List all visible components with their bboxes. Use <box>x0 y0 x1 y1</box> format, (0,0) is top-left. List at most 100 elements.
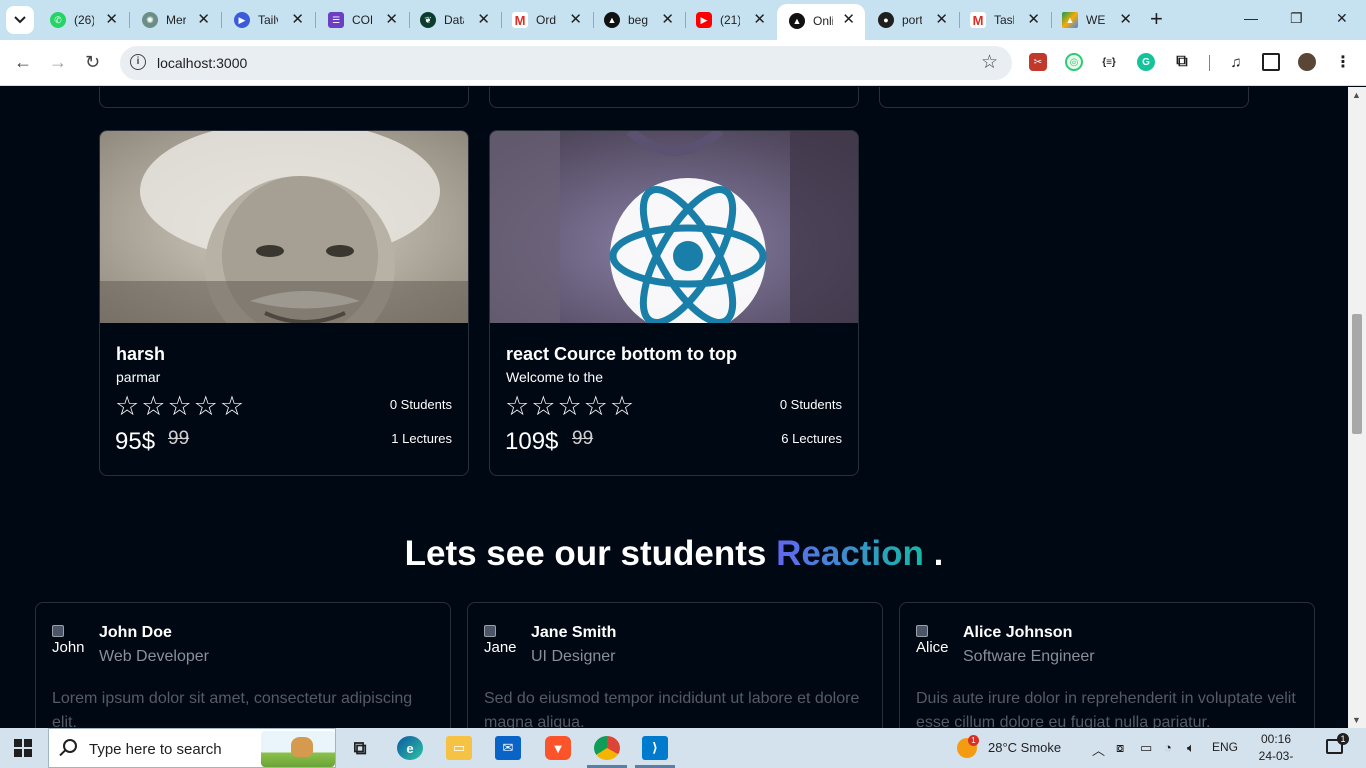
tab-title: Onli <box>813 14 833 28</box>
search-highlight-image[interactable] <box>261 731 335 767</box>
close-icon[interactable]: ✕ <box>1119 12 1132 28</box>
avatar[interactable] <box>1298 53 1316 71</box>
close-icon[interactable]: ✕ <box>661 12 674 28</box>
star-outline-icon: ☆ <box>219 391 245 421</box>
browser-tab[interactable]: M Ord ✕ <box>500 6 592 34</box>
address-url[interactable]: localhost:3000 <box>157 55 247 71</box>
course-thumbnail[interactable] <box>490 131 858 323</box>
browser-tab[interactable]: ▲ WEB ✕ <box>1050 6 1142 34</box>
task-view-icon[interactable]: ⧉ <box>347 736 373 760</box>
avatar-alt: Jane <box>484 639 517 656</box>
tab-title: WEB <box>1086 13 1106 27</box>
browser-tab[interactable]: ✺ Mer ✕ <box>130 6 220 34</box>
close-icon[interactable]: ✕ <box>842 12 855 28</box>
language-indicator[interactable]: ENG <box>1212 740 1238 754</box>
course-thumbnail[interactable] <box>100 131 468 323</box>
students-count: 0 Students <box>779 397 842 412</box>
close-icon[interactable]: ✕ <box>753 12 766 28</box>
close-icon[interactable]: ✕ <box>569 12 582 28</box>
course-title[interactable]: harsh <box>116 344 165 365</box>
course-title[interactable]: react Cource bottom to top <box>506 344 737 365</box>
system-clock[interactable]: 00:16 24-03-2024 <box>1246 731 1306 768</box>
side-panel-icon[interactable] <box>1262 53 1280 71</box>
weather-badge: 1 <box>968 735 979 746</box>
vscode-icon[interactable]: ⟩ <box>642 736 668 760</box>
file-explorer-icon[interactable]: ▭ <box>446 736 472 760</box>
weather-text[interactable]: 28°C Smoke <box>988 740 1061 755</box>
page-scrollbar[interactable]: ▲ ▼ <box>1348 87 1366 728</box>
forward-arrow-icon[interactable]: → <box>49 52 67 72</box>
scroll-down-icon[interactable]: ▼ <box>1352 715 1361 725</box>
reviewer-role: UI Designer <box>531 648 616 665</box>
github-icon: ● <box>878 12 894 28</box>
browser-tab[interactable]: ❦ Data ✕ <box>408 6 500 34</box>
volume-icon[interactable]: 🔈︎ <box>1187 740 1195 756</box>
extension-icon[interactable]: ✂ <box>1029 53 1047 71</box>
chevron-up-icon[interactable]: ︿ <box>1092 740 1105 759</box>
chevron-down-icon <box>14 16 26 24</box>
close-icon[interactable]: ✕ <box>105 12 118 28</box>
media-control-icon[interactable]: ♫ <box>1227 53 1245 71</box>
reload-icon[interactable]: ↻ <box>85 52 100 72</box>
course-card[interactable]: harsh parmar ☆ ☆ ☆ ☆ ☆ 0 Students 95$ 99… <box>99 130 469 476</box>
course-card[interactable] <box>879 87 1249 108</box>
minimize-icon[interactable]: — <box>1244 10 1258 26</box>
leaf-icon: ❦ <box>420 12 436 28</box>
puzzle-icon[interactable]: ⧉ <box>1173 53 1191 71</box>
search-placeholder[interactable]: Type here to search <box>89 741 222 758</box>
browser-tab[interactable]: ✆ (26) ✕ <box>38 6 128 34</box>
drive-icon: ▲ <box>1062 12 1078 28</box>
reviewer-name: John Doe <box>99 624 172 641</box>
edge-icon[interactable]: e <box>397 736 423 760</box>
browser-tab[interactable]: M Task ✕ <box>958 6 1050 34</box>
review-text: Lorem ipsum dolor sit amet, consectetur … <box>52 690 413 728</box>
back-arrow-icon[interactable]: ← <box>14 52 32 72</box>
heading-suffix: . <box>933 534 944 573</box>
meet-icon[interactable]: ⧇ <box>1116 740 1124 756</box>
json-extension-icon[interactable]: {≡} <box>1100 53 1118 71</box>
site-info-icon[interactable]: i <box>130 54 146 70</box>
windows-start-icon[interactable] <box>14 739 32 757</box>
close-icon[interactable]: ✕ <box>291 12 304 28</box>
browser-tab[interactable]: ☰ COD ✕ <box>316 6 408 34</box>
scrollbar-thumb[interactable] <box>1352 314 1362 434</box>
course-card[interactable] <box>489 87 859 108</box>
address-bar[interactable]: i localhost:3000 ☆ <box>120 46 1012 80</box>
wifi-icon[interactable]: ◔ <box>1164 740 1172 755</box>
star-outline-icon: ☆ <box>167 391 192 421</box>
avatar-alt: John <box>52 639 85 656</box>
browser-tab[interactable]: ▲ beg ✕ <box>592 6 684 34</box>
course-card[interactable]: react Cource bottom to top Welcome to th… <box>489 130 859 476</box>
mail-icon[interactable]: ✉ <box>495 736 521 760</box>
close-icon[interactable]: ✕ <box>1027 12 1040 28</box>
close-icon[interactable]: ✕ <box>197 12 210 28</box>
star-outline-icon: ☆ <box>141 391 166 421</box>
kebab-menu-icon[interactable]: ⋮ <box>1334 53 1352 71</box>
youtube-icon: ▶ <box>696 12 712 28</box>
browser-tab[interactable]: ▶ (21) ✕ <box>684 6 776 34</box>
close-window-icon[interactable]: ✕ <box>1336 10 1348 27</box>
clock-time: 00:16 <box>1260 732 1292 746</box>
taskbar-search[interactable]: Type here to search <box>48 728 336 768</box>
restore-icon[interactable]: ❐ <box>1290 10 1303 27</box>
scroll-up-icon[interactable]: ▲ <box>1352 90 1361 100</box>
chrome-icon[interactable] <box>594 736 620 760</box>
close-icon[interactable]: ✕ <box>477 12 490 28</box>
new-tab-button[interactable]: + <box>1150 8 1163 30</box>
heading-accent: Reaction <box>776 534 924 573</box>
avatar: John <box>52 625 86 663</box>
close-icon[interactable]: ✕ <box>935 12 948 28</box>
close-icon[interactable]: ✕ <box>385 12 398 28</box>
browser-tab[interactable]: ● port ✕ <box>866 6 958 34</box>
tab-search-button[interactable] <box>6 6 34 34</box>
extension-icon[interactable]: ◎ <box>1065 53 1083 71</box>
course-card[interactable] <box>99 87 469 108</box>
browser-tab-active[interactable]: ▲ Onli ✕ <box>777 4 865 40</box>
browser-tab[interactable]: ▶ Tailv ✕ <box>222 6 314 34</box>
battery-icon[interactable]: ▭ <box>1140 740 1152 756</box>
lectures-count: 1 Lectures <box>391 431 452 446</box>
brave-icon[interactable]: ▼ <box>545 736 571 760</box>
bookmark-star-icon[interactable]: ☆ <box>981 51 998 74</box>
grammarly-icon[interactable]: G <box>1137 53 1155 71</box>
tab-title: Tailv <box>258 13 278 27</box>
